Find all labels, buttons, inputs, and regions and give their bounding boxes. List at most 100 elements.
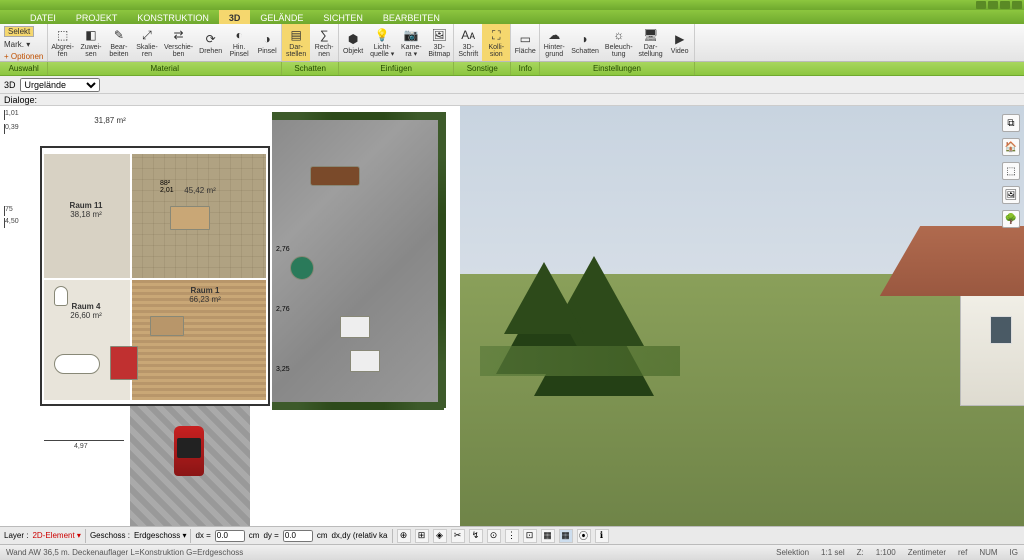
ribbon-icon: ⬚ xyxy=(55,27,71,43)
select-button[interactable]: Selekt xyxy=(4,26,34,37)
ribbon-icon: Aᴀ xyxy=(460,27,476,43)
ribbon-hinpinsel-button[interactable]: ◐Hin.Pinsel xyxy=(225,24,253,61)
umbrella xyxy=(290,256,314,280)
mark-dropdown[interactable]: Mark. ▾ xyxy=(4,40,30,49)
menu-tab-konstruktion[interactable]: KONSTRUKTION xyxy=(127,10,219,24)
selection-tool[interactable]: Selekt Mark. ▾ + Optionen xyxy=(0,24,47,63)
ribbon-pinsel-button[interactable]: ◑Pinsel xyxy=(253,24,281,61)
sys-min-icon[interactable] xyxy=(988,1,998,9)
ribbon-kamera-button[interactable]: 📷Kame-ra ▾ xyxy=(397,24,425,61)
hedge xyxy=(438,112,446,408)
tree-icon xyxy=(541,310,547,342)
menu-tab-gelände[interactable]: GELÄNDE xyxy=(250,10,313,24)
ribbon-flche-button[interactable]: ▭Fläche xyxy=(511,24,539,61)
ribbon-icon: ▶ xyxy=(672,31,688,47)
ribbon-kollision-button[interactable]: ⛶Kolli-sion xyxy=(482,24,510,61)
menu-tab-projekt[interactable]: PROJEKT xyxy=(66,10,128,24)
dim-label: 3,25 xyxy=(276,366,290,373)
tool-icon[interactable]: ⊙ xyxy=(487,529,501,543)
secondary-bar: 3D Urgelände xyxy=(0,76,1024,94)
tool-icon[interactable]: ℹ xyxy=(595,529,609,543)
dim-label: 75 xyxy=(4,206,13,216)
hedge xyxy=(272,112,444,120)
ribbon-icon: ⟳ xyxy=(203,31,219,47)
menu-tab-bearbeiten[interactable]: BEARBEITEN xyxy=(373,10,450,24)
dx-unit: cm xyxy=(249,531,260,540)
options-button[interactable]: + Optionen xyxy=(4,52,43,61)
group-label: Einfügen xyxy=(339,62,454,75)
house-3d xyxy=(840,216,1024,416)
bottom-toolbar: Layer : 2D-Element ▾ Geschoss : Erdgesch… xyxy=(0,526,1024,544)
ribbon-icon: ▤ xyxy=(288,27,304,43)
tool-icon[interactable]: ↯ xyxy=(469,529,483,543)
tool-icon[interactable]: ▦ xyxy=(541,529,555,543)
car-icon xyxy=(174,426,204,476)
ribbon-objekt-button[interactable]: ⬢Objekt xyxy=(339,24,367,61)
geschoss-value[interactable]: Erdgeschoss ▾ xyxy=(134,531,186,540)
room-label: 31,87 m² xyxy=(65,116,155,156)
sys-close-icon[interactable] xyxy=(1012,1,1022,9)
ribbon-icon: ⤢ xyxy=(139,27,155,43)
ribbon-zuweisen-button[interactable]: ◧Zuwei-sen xyxy=(77,24,105,61)
workspace: 1,01 0,39 75 4,50 31,87 m²Raum 1138,18 m… xyxy=(0,106,1024,526)
group-label: Sonstige xyxy=(454,62,511,75)
ribbon-darstellen-button[interactable]: ▤Dar-stellen xyxy=(282,24,310,61)
ribbon-beleuchtung-button[interactable]: ☼Beleuch-tung xyxy=(602,24,636,61)
tool-icon[interactable]: ⊡ xyxy=(523,529,537,543)
ribbon-bearbeiten-button[interactable]: ✎Bear-beiten xyxy=(105,24,133,61)
dim-label: 0,39 xyxy=(4,124,19,134)
ribbon-video-button[interactable]: ▶Video xyxy=(666,24,694,61)
sys-max-icon[interactable] xyxy=(1000,1,1010,9)
group-label: Schatten xyxy=(282,62,339,75)
view-mode-button[interactable]: ⧉ xyxy=(1002,114,1020,132)
floorplan-2d-view[interactable]: 1,01 0,39 75 4,50 31,87 m²Raum 1138,18 m… xyxy=(0,106,460,526)
tool-icon[interactable]: ⦿ xyxy=(577,529,591,543)
menu-tab-sichten[interactable]: SICHTEN xyxy=(313,10,373,24)
ribbon-icon: ✎ xyxy=(111,27,127,43)
ribbon-darstellung-button[interactable]: 🖥Dar-stellung xyxy=(636,24,666,61)
ribbon-icon: ◧ xyxy=(83,27,99,43)
ribbon-icon: ⇄ xyxy=(171,27,187,43)
layer-value[interactable]: 2D-Element ▾ xyxy=(32,531,80,540)
view-mode-button[interactable]: 🖼 xyxy=(1002,186,1020,204)
view-mode-button[interactable]: ⬚ xyxy=(1002,162,1020,180)
ribbon-lichtquelle-button[interactable]: 💡Licht-quelle ▾ xyxy=(367,24,397,61)
dx-input[interactable] xyxy=(215,530,245,542)
dialoge-bar: Dialoge: xyxy=(0,94,1024,106)
dim-label: 4,97 xyxy=(44,440,124,448)
view-mode-toolbar: ⧉ 🏠 ⬚ 🖼 🌳 xyxy=(1002,114,1020,228)
desk xyxy=(150,316,184,336)
lounge-chair xyxy=(340,316,370,338)
ribbon-hintergrund-button[interactable]: ☁Hinter-grund xyxy=(540,24,568,61)
tool-icon[interactable]: ⋮ xyxy=(505,529,519,543)
ribbon-drehen-button[interactable]: ⟳Drehen xyxy=(196,24,225,61)
tool-icon[interactable]: ⊕ xyxy=(397,529,411,543)
ribbon-verschieben-button[interactable]: ⇄Verschie-ben xyxy=(161,24,196,61)
group-label: Info xyxy=(511,62,540,75)
ribbon-dbitmap-button[interactable]: 🖼3D-Bitmap xyxy=(425,24,453,61)
tool-icon[interactable]: ⊞ xyxy=(415,529,429,543)
dim-label: 88²2,01 xyxy=(160,180,174,194)
ribbon-rechnen-button[interactable]: ∑Rech-nen xyxy=(310,24,338,61)
view-mode-button[interactable]: 🏠 xyxy=(1002,138,1020,156)
ribbon-schatten-button[interactable]: ◗Schatten xyxy=(568,24,602,61)
group-label: Material xyxy=(48,62,282,75)
coord-mode[interactable]: dx,dy (relativ ka xyxy=(331,531,387,540)
dialoge-label: Dialoge: xyxy=(4,95,37,105)
tool-icon[interactable]: ◈ xyxy=(433,529,447,543)
tool-icon[interactable]: ✂ xyxy=(451,529,465,543)
ribbon-skalieren-button[interactable]: ⤢Skalie-ren xyxy=(133,24,161,61)
menu-tab-3d[interactable]: 3D xyxy=(219,10,251,24)
dy-input[interactable] xyxy=(283,530,313,542)
ribbon-abgreifen-button[interactable]: ⬚Abgrei-fen xyxy=(48,24,77,61)
sys-help-icon[interactable] xyxy=(976,1,986,9)
menu-tab-datei[interactable]: DATEI xyxy=(20,10,66,24)
3d-view[interactable]: ⧉ 🏠 ⬚ 🖼 🌳 xyxy=(460,106,1024,526)
ribbon-dschrift-button[interactable]: Aᴀ3D-Schrift xyxy=(454,24,482,61)
tool-icon[interactable]: ▦ xyxy=(559,529,573,543)
ribbon-icon: ⛶ xyxy=(488,27,504,43)
view-mode-button[interactable]: 🌳 xyxy=(1002,210,1020,228)
dining-table xyxy=(170,206,210,230)
layer-dropdown[interactable]: Urgelände xyxy=(20,78,100,92)
status-z: Z: xyxy=(857,548,864,557)
